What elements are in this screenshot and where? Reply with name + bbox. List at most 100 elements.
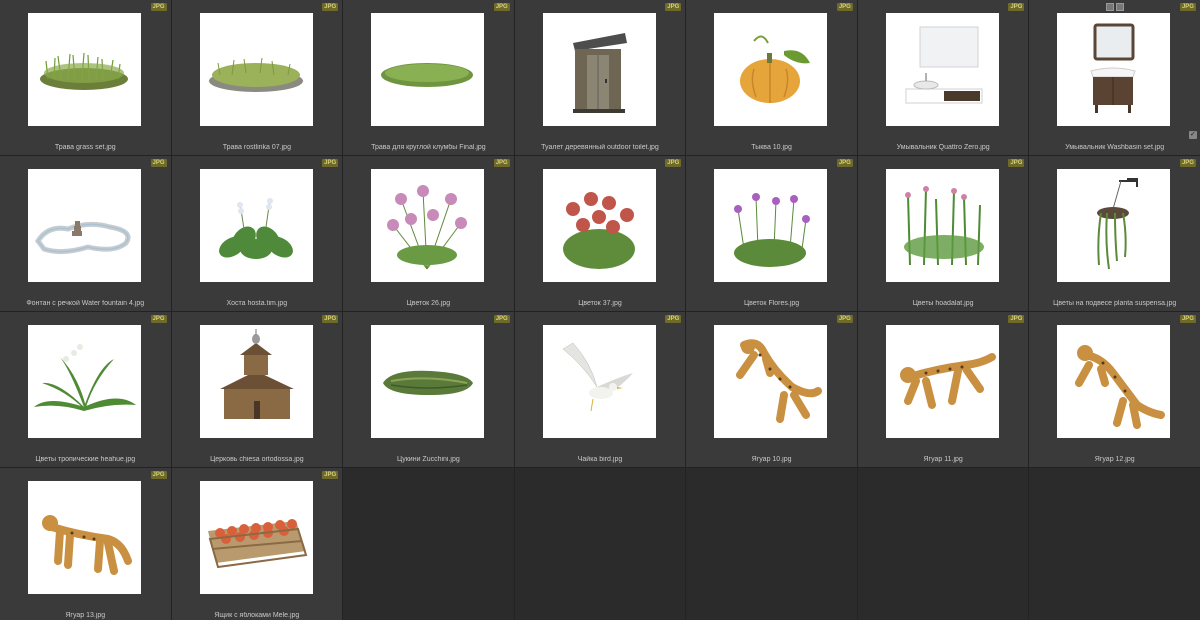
thumbnail-tile[interactable]: JPG Ягуар 13.jpg xyxy=(0,468,171,620)
edit-pencil-icon[interactable] xyxy=(1115,3,1124,11)
thumbnail-tile[interactable]: JPG Фонтан с речкой Water fountain 4.jpg xyxy=(0,156,171,311)
select-square-icon[interactable] xyxy=(1105,3,1114,11)
flower-purple-icon[interactable] xyxy=(714,169,828,282)
file-type-badge: JPG xyxy=(1008,159,1025,167)
file-name: Цветок 26.jpg xyxy=(406,300,451,307)
thumbnail-tile[interactable]: JPG Трава grass set.jpg xyxy=(0,0,171,155)
file-name: Церковь chiesa ortodossa.jpg xyxy=(210,456,304,463)
empty-cell xyxy=(857,468,1029,620)
file-name: Ягуар 13.jpg xyxy=(65,612,106,619)
grass-patch-icon[interactable] xyxy=(199,13,313,126)
file-name: Умывальник Washbasin set.jpg xyxy=(1065,144,1165,151)
file-name: Ящик с яблоками Mele.jpg xyxy=(214,612,300,619)
thumbnail-tile[interactable]: JPG Трава rostlinka 07.jpg xyxy=(171,0,343,155)
checkbox-icon[interactable]: ✓ xyxy=(1188,131,1197,139)
thumbnail-tile[interactable]: JPG Хоста hosta.tim.jpg xyxy=(171,156,343,311)
hanging-plant-icon[interactable] xyxy=(1057,169,1171,282)
wooden-church-icon[interactable] xyxy=(199,325,313,438)
file-type-badge: JPG xyxy=(665,159,682,167)
file-type-badge: JPG xyxy=(322,3,339,11)
file-type-badge: JPG xyxy=(836,3,853,11)
file-type-badge: JPG xyxy=(322,471,339,479)
file-name: Чайка bird.jpg xyxy=(577,456,623,463)
thumbnail-tile[interactable]: JPG Тыква 10.jpg xyxy=(686,0,857,155)
hover-actions xyxy=(1105,3,1124,11)
file-name: Цукини Zucchini.jpg xyxy=(397,456,460,463)
file-name: Фонтан с речкой Water fountain 4.jpg xyxy=(26,300,145,307)
file-type-badge: JPG xyxy=(150,315,167,323)
thumbnail-tile[interactable]: JPG Ягуар 10.jpg xyxy=(686,312,857,467)
file-type-badge: JPG xyxy=(150,3,167,11)
file-type-badge: JPG xyxy=(493,315,510,323)
outhouse-icon[interactable] xyxy=(542,13,656,126)
thumbnail-tile[interactable]: JPG Трава для круглой клумбы Final.jpg xyxy=(343,0,514,155)
pumpkin-icon[interactable] xyxy=(714,13,828,126)
thumbnail-tile[interactable]: JPG Чайка bird.jpg xyxy=(514,312,686,467)
file-type-badge: JPG xyxy=(1179,3,1196,11)
thumbnail-tile[interactable]: JPG Ягуар 12.jpg xyxy=(1029,312,1200,467)
file-type-badge: JPG xyxy=(665,3,682,11)
thumbnail-tile[interactable]: JPG Цветы тропические heahue.jpg xyxy=(0,312,171,467)
thumbnail-grid: JPG Трава grass set.jpg JPG Трава rostlinka… xyxy=(0,0,1200,620)
file-name: Хоста hosta.tim.jpg xyxy=(226,300,288,307)
file-name: Тыква 10.jpg xyxy=(751,144,792,151)
flower-red-icon[interactable] xyxy=(542,169,656,282)
file-name: Ягуар 10.jpg xyxy=(751,456,792,463)
file-type-badge: JPG xyxy=(322,159,339,167)
file-type-badge: JPG xyxy=(1008,315,1025,323)
thumbnail-tile[interactable]: JPG Цветы hoadalat.jpg xyxy=(857,156,1029,311)
file-name: Ягуар 11.jpg xyxy=(923,456,963,463)
file-name: Трава rostlinka 07.jpg xyxy=(222,144,291,151)
file-name: Туалет деревянный outdoor toilet.jpg xyxy=(541,144,659,151)
file-type-badge: JPG xyxy=(493,3,510,11)
file-name: Цветы hoadalat.jpg xyxy=(912,300,974,307)
file-name: Цветы на подвесе planta suspensa.jpg xyxy=(1053,300,1177,307)
file-name: Трава для круглой клумбы Final.jpg xyxy=(371,144,486,151)
file-type-badge: JPG xyxy=(150,159,167,167)
washbasin-modern-icon[interactable] xyxy=(885,13,999,126)
thumbnail-tile[interactable]: JPG Умывальник Quattro Zero.jpg xyxy=(857,0,1029,155)
apple-crate-icon[interactable] xyxy=(199,481,313,594)
file-type-badge: JPG xyxy=(836,159,853,167)
grass-tuft-icon[interactable] xyxy=(28,13,141,126)
tropical-plant-icon[interactable] xyxy=(28,325,141,438)
thumbnail-tile[interactable]: JPG ✓ Умывальник Washbasin set.jpg xyxy=(1029,0,1200,155)
file-type-badge: JPG xyxy=(836,315,853,323)
thumbnail-tile[interactable]: JPG Цветы на подвесе planta suspensa.jpg xyxy=(1029,156,1200,311)
thumbnail-tile[interactable]: JPG Цветок 26.jpg xyxy=(343,156,514,311)
file-type-badge: JPG xyxy=(665,315,682,323)
thumbnail-tile[interactable]: JPG Ягуар 11.jpg xyxy=(857,312,1029,467)
fountain-icon[interactable] xyxy=(28,169,141,282)
file-type-badge: JPG xyxy=(322,315,339,323)
flower-pink-icon[interactable] xyxy=(371,169,485,282)
flower-stalks-icon[interactable] xyxy=(885,169,999,282)
file-name: Умывальник Quattro Zero.jpg xyxy=(896,144,990,151)
file-type-badge: JPG xyxy=(1179,315,1196,323)
jaguar-pounce-icon[interactable] xyxy=(1057,325,1171,438)
thumbnail-tile[interactable]: JPG Цветок 37.jpg xyxy=(514,156,686,311)
file-type-badge: JPG xyxy=(493,159,510,167)
hosta-icon[interactable] xyxy=(199,169,313,282)
thumbnail-tile[interactable]: JPG Цукини Zucchini.jpg xyxy=(343,312,514,467)
file-name: Трава grass set.jpg xyxy=(54,144,116,151)
thumbnail-tile[interactable]: JPG Цветок Flores.jpg xyxy=(686,156,857,311)
file-name: Цветы тропические heahue.jpg xyxy=(35,456,136,463)
file-name: Ягуар 12.jpg xyxy=(1094,456,1135,463)
thumbnail-tile[interactable]: JPG Туалет деревянный outdoor toilet.jpg xyxy=(514,0,686,155)
zucchini-icon[interactable] xyxy=(371,325,485,438)
washbasin-classic-icon[interactable] xyxy=(1057,13,1171,126)
file-name: Цветок 37.jpg xyxy=(578,300,622,307)
file-name: Цветок Flores.jpg xyxy=(743,300,800,307)
jaguar-walk-icon[interactable] xyxy=(28,481,141,594)
jaguar-leap-icon[interactable] xyxy=(714,325,828,438)
grass-round-icon[interactable] xyxy=(371,13,485,126)
empty-cell xyxy=(1029,468,1200,620)
thumbnail-tile[interactable]: JPG Ящик с яблоками Mele.jpg xyxy=(171,468,343,620)
seagull-icon[interactable] xyxy=(542,325,656,438)
empty-cell xyxy=(686,468,857,620)
thumbnail-tile[interactable]: JPG Церковь chiesa ortodossa.jpg xyxy=(171,312,343,467)
jaguar-run-icon[interactable] xyxy=(885,325,999,438)
file-type-badge: JPG xyxy=(1008,3,1025,11)
file-type-badge: JPG xyxy=(150,471,167,479)
empty-cell xyxy=(343,468,514,620)
